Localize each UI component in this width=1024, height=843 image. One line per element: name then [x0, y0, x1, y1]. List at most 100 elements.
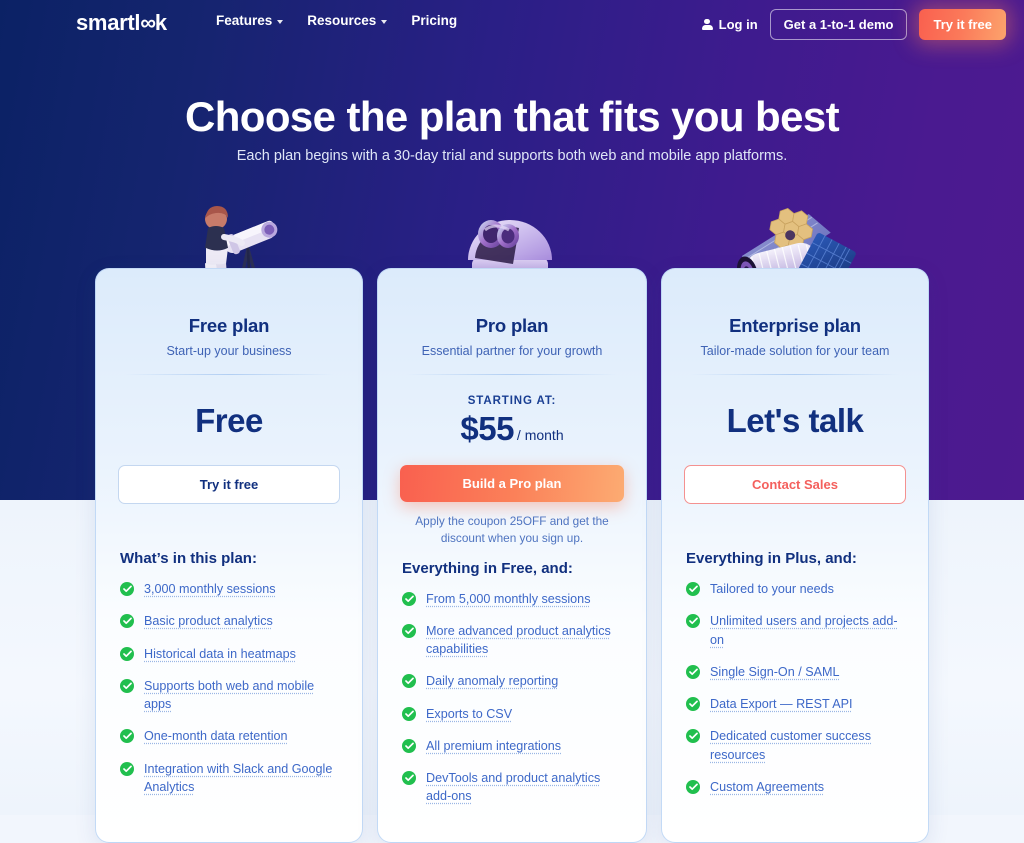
feature-label[interactable]: One-month data retention [144, 727, 288, 745]
chevron-down-icon [277, 19, 284, 24]
nav-actions: Log in Get a 1-to-1 demo Try it free [701, 9, 1006, 40]
page-title: Choose the plan that fits you best [185, 93, 840, 140]
feature-label[interactable]: Basic product analytics [144, 612, 273, 630]
nav-links: Features Resources Pricing [216, 13, 457, 28]
features-title-prefix: What’s in this plan: [120, 550, 257, 567]
features-title-suffix: , and: [816, 550, 857, 567]
top-navigation-bar: smartl ∞ k Features Resources Pricing Log … [0, 0, 1024, 48]
feature-label[interactable]: Historical data in heatmaps [144, 645, 296, 663]
plan-subtitle-free: Start-up your business [166, 344, 292, 358]
features-title-bold: Free [501, 559, 533, 577]
features-pro: Everything in Free, and: From 5,000 mont… [378, 560, 646, 806]
pricing-card-pro: Pro plan Essential partner for your grow… [377, 268, 647, 843]
list-item: More advanced product analytics capabili… [402, 622, 622, 659]
feature-list-pro: From 5,000 monthly sessions More advance… [402, 590, 622, 806]
get-demo-button[interactable]: Get a 1-to-1 demo [769, 9, 908, 40]
feature-label[interactable]: More advanced product analytics capabili… [426, 622, 622, 659]
features-title-pro: Everything in Free, and: [402, 560, 622, 577]
nav-item-features[interactable]: Features [216, 13, 284, 28]
feature-label[interactable]: All premium integrations [426, 737, 561, 755]
check-icon [686, 697, 700, 711]
smartlook-logo[interactable]: smartl ∞ k [76, 10, 167, 36]
list-item: Historical data in heatmaps [120, 645, 338, 663]
check-icon [686, 779, 700, 794]
nav-item-resources-label: Resources [307, 13, 377, 28]
check-icon [120, 646, 134, 661]
feature-label[interactable]: 3,000 monthly sessions [144, 580, 276, 598]
card-spacer [662, 504, 928, 550]
price-row-pro: $55 / month [460, 412, 563, 445]
feature-list-free: 3,000 monthly sessions Basic product ana… [120, 580, 338, 796]
check-icon [686, 582, 700, 596]
price-zone-pro: STARTING AT: $55 / month [378, 381, 646, 459]
check-icon [686, 664, 700, 679]
login-link[interactable]: Log in [701, 17, 758, 32]
cta-wrap-free: Try it free [96, 465, 362, 504]
nav-item-resources[interactable]: Resources [307, 13, 388, 28]
feature-label[interactable]: Exports to CSV [426, 705, 512, 723]
check-icon [120, 582, 134, 596]
list-item: Daily anomaly reporting [402, 672, 622, 690]
check-icon [120, 614, 134, 629]
feature-label[interactable]: Supports both web and mobile apps [144, 677, 338, 714]
chevron-down-icon [381, 19, 388, 24]
try-it-free-button[interactable]: Try it free [919, 9, 1006, 40]
feature-label[interactable]: From 5,000 monthly sessions [426, 590, 591, 608]
build-a-pro-plan-button[interactable]: Build a Pro plan [400, 465, 624, 502]
list-item: Integration with Slack and Google Analyt… [120, 760, 338, 797]
list-item: Single Sign-On / SAML [686, 663, 904, 681]
coupon-note: Apply the coupon 25OFF and get the disco… [415, 514, 609, 545]
feature-label[interactable]: Custom Agreements [710, 778, 824, 796]
features-title-suffix: , and: [532, 559, 573, 577]
feature-label[interactable]: Dedicated customer success resources [710, 727, 904, 764]
check-icon [402, 674, 416, 689]
feature-label: Tailored to your needs [710, 582, 834, 596]
features-title-prefix: Everything in [686, 550, 786, 567]
list-item: Data Export — REST API [686, 695, 904, 713]
check-icon [402, 771, 416, 785]
feature-label[interactable]: Daily anomaly reporting [426, 672, 558, 690]
try-it-free-plan-button[interactable]: Try it free [118, 465, 340, 504]
feature-label[interactable]: DevTools and product analytics add-ons [426, 769, 622, 806]
feature-label[interactable]: Single Sign-On / SAML [710, 663, 840, 681]
list-item: From 5,000 monthly sessions [402, 590, 622, 608]
price-zone-free: Free [96, 381, 362, 459]
price-zone-enterprise: Let's talk [662, 381, 928, 459]
logo-infinity-icon: ∞ [140, 10, 156, 35]
card-spacer [378, 547, 646, 560]
nav-item-pricing[interactable]: Pricing [411, 13, 457, 28]
login-label: Log in [718, 17, 758, 32]
list-item: Custom Agreements [686, 778, 904, 796]
card-divider [125, 374, 333, 375]
feature-label[interactable]: Unlimited users and projects add-on [710, 612, 904, 649]
check-icon [402, 706, 416, 721]
list-item: One-month data retention [120, 727, 338, 745]
list-item: Exports to CSV [402, 705, 622, 723]
plan-price-period-pro: / month [516, 427, 564, 443]
logo-text-left: smartl [76, 10, 141, 35]
list-item: Dedicated customer success resources [686, 727, 904, 764]
feature-label[interactable]: Data Export — REST API [710, 695, 853, 713]
check-icon [686, 729, 700, 744]
list-item: Tailored to your needs [686, 580, 904, 598]
contact-sales-button[interactable]: Contact Sales [684, 465, 906, 504]
features-title-bold: Plus [785, 550, 817, 567]
feature-label[interactable]: Integration with Slack and Google Analyt… [144, 760, 338, 797]
list-item: Basic product analytics [120, 612, 338, 630]
features-title-enterprise: Everything in Plus, and: [686, 550, 904, 567]
pricing-card-free: Free plan Start-up your business Free Tr… [95, 268, 363, 843]
page-subtitle: Each plan begins with a 30-day trial and… [236, 148, 788, 164]
features-title-free: What’s in this plan: [120, 550, 338, 567]
card-header-pro: Pro plan Essential partner for your grow… [378, 269, 646, 358]
check-icon [686, 614, 700, 629]
features-free: What’s in this plan: 3,000 monthly sessi… [96, 550, 362, 796]
plan-price-enterprise: Let's talk [726, 401, 864, 439]
card-spacer [96, 504, 362, 550]
user-icon [701, 18, 713, 31]
check-icon [402, 738, 416, 753]
features-title-prefix: Everything in [402, 559, 502, 577]
list-item: Supports both web and mobile apps [120, 677, 338, 714]
pricing-cards-container: Free plan Start-up your business Free Tr… [95, 268, 929, 843]
plan-title-pro: Pro plan [475, 315, 549, 336]
plan-title-enterprise: Enterprise plan [729, 315, 861, 336]
